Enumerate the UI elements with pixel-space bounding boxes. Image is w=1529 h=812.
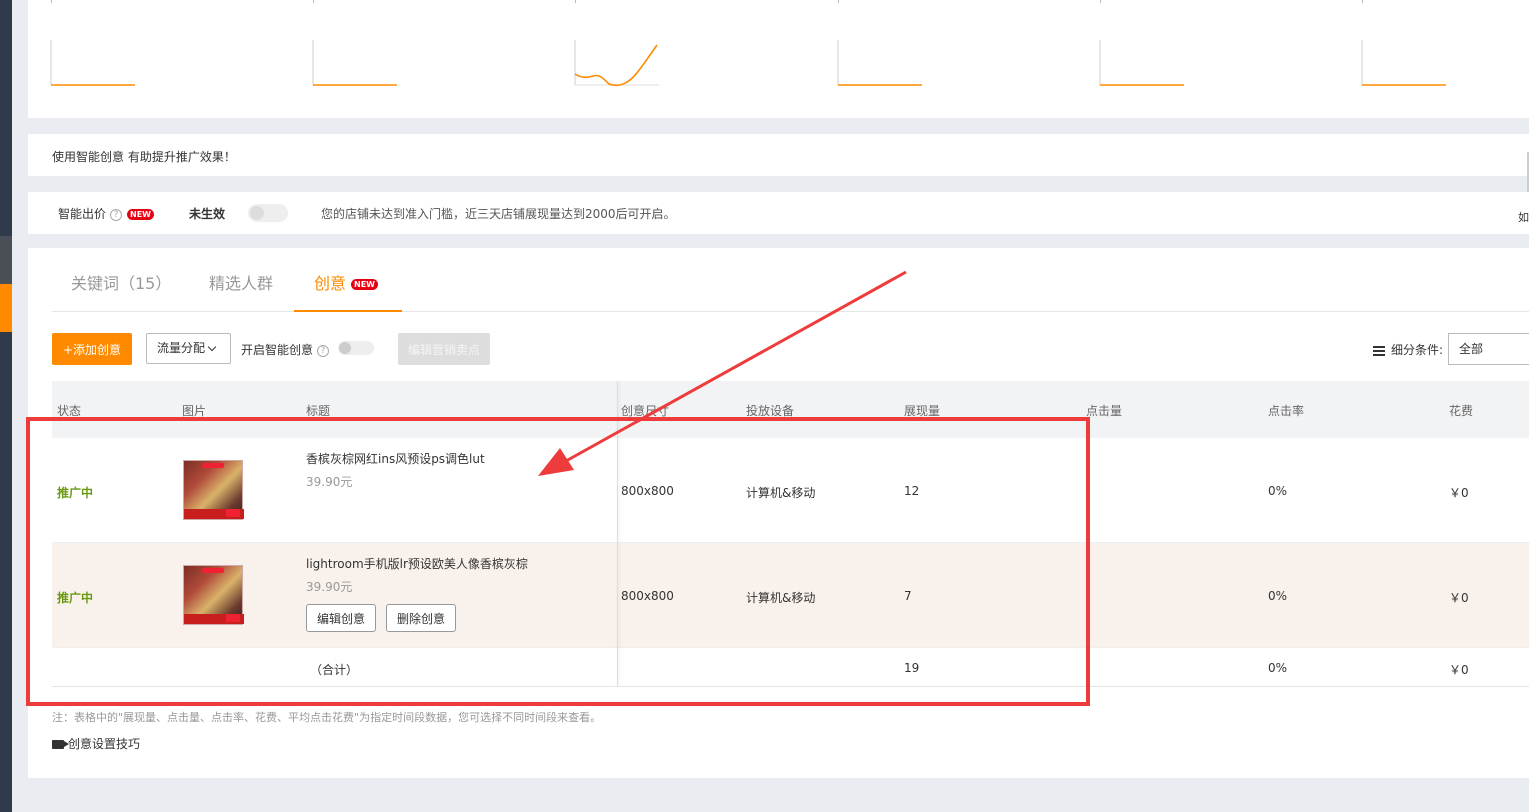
tab-bar: 关键词（15） 精选人群 创意 NEW <box>52 248 1529 312</box>
new-badge: NEW <box>127 209 154 220</box>
smart-creative-label-text: 开启智能创意 <box>241 343 314 357</box>
creative-management-panel: 关键词（15） 精选人群 创意 NEW +添加创意 流量分配 开启智能创意? 编辑… <box>28 248 1529 778</box>
creative-device: 计算机&移动 <box>746 486 816 500</box>
smart-creative-toggle[interactable] <box>338 341 374 358</box>
creative-price: 39.90元 <box>306 475 353 489</box>
table-footnote: 注：表格中的"展现量、点击量、点击率、花费、平均点击花费"为指定时间段数据，您可… <box>52 711 602 724</box>
tab-creative-label: 创意 <box>314 274 347 293</box>
table-row: 推广中 lightroom手机版lr预设欧美人像香槟灰棕 39.90元 编辑创意… <box>52 543 1529 648</box>
chevron-down-icon <box>207 342 217 352</box>
creative-size: 800x800 <box>621 589 674 603</box>
smart-creative-label: 开启智能创意? <box>241 341 330 358</box>
creative-thumbnail[interactable] <box>183 460 244 520</box>
tab-creative[interactable]: 创意 NEW <box>314 270 378 294</box>
list-icon <box>1373 345 1385 356</box>
add-creative-button[interactable]: +添加创意 <box>52 333 132 365</box>
col-clicks[interactable]: 点击量 <box>1086 402 1122 419</box>
creative-cost: ￥0 <box>1449 486 1469 500</box>
smart-bid-status: 未生效 <box>189 207 226 221</box>
sparkline-flat <box>837 0 922 88</box>
smart-creative-tip-bar: 使用智能创意 有助提升推广效果！ <box>28 134 1529 176</box>
col-title: 标题 <box>306 404 331 418</box>
creative-ctr: 0% <box>1268 589 1288 603</box>
smart-bid-toggle[interactable] <box>248 204 288 222</box>
creative-size: 800x800 <box>621 484 674 498</box>
col-device[interactable]: 投放设备 <box>746 402 794 419</box>
help-circle-icon[interactable]: ? <box>317 344 330 357</box>
new-badge: NEW <box>351 279 378 290</box>
smart-bid-label-text: 智能出价 <box>58 207 107 221</box>
sparkline-flat <box>1099 0 1184 88</box>
col-impressions[interactable]: 展现量 <box>904 402 940 419</box>
status-text: 推广中 <box>57 591 94 605</box>
total-label: （合计） <box>310 663 359 677</box>
col-size[interactable]: 创意尺寸 <box>621 402 669 419</box>
total-impressions: 19 <box>904 661 920 675</box>
sparkline-flat <box>312 0 397 88</box>
frozen-column-divider <box>617 381 618 686</box>
sparkline-curve <box>574 0 659 88</box>
clipped-text: 如 <box>1518 211 1529 224</box>
table-total-row: （合计） 19 0% ￥0 <box>52 648 1529 687</box>
status-text: 推广中 <box>57 486 94 500</box>
smart-bid-label: 智能出价? NEW <box>58 205 154 222</box>
tab-audience[interactable]: 精选人群 <box>209 270 273 294</box>
creative-impressions: 7 <box>904 589 912 603</box>
creative-ctr: 0% <box>1268 484 1288 498</box>
edit-selling-points-button[interactable]: 编辑营销卖点 <box>398 333 490 365</box>
creative-title[interactable]: lightroom手机版lr预设欧美人像香槟灰棕 <box>306 555 528 572</box>
col-cost[interactable]: 花费 <box>1449 402 1473 419</box>
active-tab-indicator <box>294 310 402 312</box>
creative-title[interactable]: 香槟灰棕网红ins风预设ps调色lut <box>306 450 485 467</box>
smart-bid-note: 您的店铺未达到准入门槛，近三天店铺展现量达到2000后可开启。 <box>321 207 676 221</box>
creative-impressions: 12 <box>904 484 920 498</box>
sparkline-flat <box>50 0 135 88</box>
segment-filter-select[interactable]: 全部 <box>1448 333 1529 365</box>
total-ctr: 0% <box>1268 661 1288 675</box>
left-nav-rail <box>0 0 12 812</box>
creative-thumbnail[interactable] <box>183 565 244 625</box>
filter-label-text: 细分条件: <box>1391 343 1444 357</box>
video-camera-icon <box>52 740 69 749</box>
tip-text: 使用智能创意 有助提升推广效果！ <box>52 150 236 164</box>
tab-keywords[interactable]: 关键词（15） <box>71 270 171 294</box>
delete-creative-button[interactable]: 删除创意 <box>386 604 457 632</box>
sparkline-flat <box>1361 0 1446 88</box>
segment-filter-label: 细分条件: <box>1373 341 1443 358</box>
table-header: 状态 图片 标题 创意尺寸 投放设备 展现量 点击量 点击率 花费 <box>52 381 1529 438</box>
smart-bid-bar: 智能出价? NEW 未生效 您的店铺未达到准入门槛，近三天店铺展现量达到2000后… <box>28 192 1529 234</box>
creative-tips-label: 创意设置技巧 <box>68 737 141 751</box>
trend-sparklines-panel <box>28 0 1529 118</box>
left-nav-active-item[interactable] <box>0 284 12 332</box>
creative-device: 计算机&移动 <box>746 591 816 605</box>
edit-creative-button[interactable]: 编辑创意 <box>306 604 377 632</box>
left-nav-item[interactable] <box>0 236 12 284</box>
col-image: 图片 <box>182 404 207 418</box>
total-cost: ￥0 <box>1449 663 1469 677</box>
creative-cost: ￥0 <box>1449 591 1469 605</box>
help-circle-icon[interactable]: ? <box>110 208 123 221</box>
creative-tips-link[interactable]: 创意设置技巧 <box>52 735 140 752</box>
table-row: 推广中 香槟灰棕网红ins风预设ps调色lut 39.90元 800x800 计… <box>52 438 1529 543</box>
col-status: 状态 <box>57 404 82 418</box>
creative-price: 39.90元 <box>306 580 353 594</box>
traffic-allocation-select[interactable]: 流量分配 <box>146 333 231 364</box>
traffic-select-value: 流量分配 <box>157 341 206 355</box>
col-ctr[interactable]: 点击率 <box>1268 402 1304 419</box>
